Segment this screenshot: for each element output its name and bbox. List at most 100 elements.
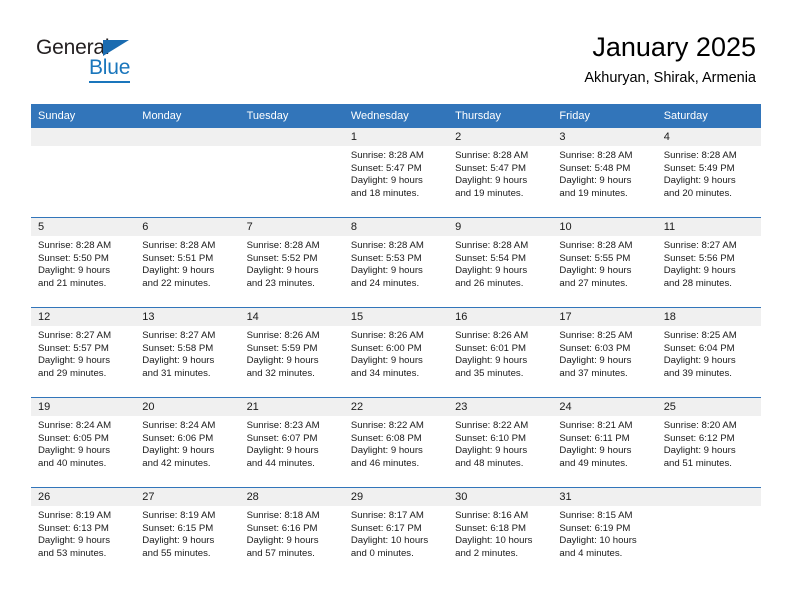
daylight-text-line1: Daylight: 9 hours	[455, 265, 528, 277]
calendar-day-cell[interactable]: 20 Sunrise: 8:24 AM Sunset: 6:06 PM Dayligh…	[135, 397, 240, 488]
calendar-day-cell[interactable]: 2 Sunrise: 8:28 AM Sunset: 5:47 PM Daylight…	[448, 128, 553, 218]
sunrise-text: Sunrise: 8:26 AM	[246, 330, 320, 341]
day-details: Sunrise: 8:28 AM Sunset: 5:49 PM Daylight:…	[657, 146, 761, 200]
sunrise-text: Sunrise: 8:28 AM	[350, 240, 424, 251]
sunrise-text: Sunrise: 8:20 AM	[663, 420, 737, 431]
calendar-week-row: 26 Sunrise: 8:19 AM Sunset: 6:13 PM Dayligh…	[31, 487, 761, 577]
general-blue-logo: General Blue	[36, 36, 186, 84]
daylight-text-line1: Daylight: 9 hours	[663, 175, 736, 187]
day-details: Sunrise: 8:15 AM Sunset: 6:19 PM Daylight:…	[552, 506, 656, 560]
calendar-day-cell[interactable]: 8 Sunrise: 8:28 AM Sunset: 5:53 PM Daylight…	[343, 217, 449, 308]
daylight-text-line2: and 31 minutes.	[142, 367, 211, 379]
calendar-week-row: 12 Sunrise: 8:27 AM Sunset: 5:57 PM Dayligh…	[31, 307, 761, 398]
calendar-day-cell[interactable]: 23 Sunrise: 8:22 AM Sunset: 6:10 PM Dayligh…	[448, 397, 553, 488]
day-details: Sunrise: 8:19 AM Sunset: 6:15 PM Daylight:…	[135, 506, 239, 560]
calendar-day-cell[interactable]: 26 Sunrise: 8:19 AM Sunset: 6:13 PM Dayligh…	[31, 487, 136, 577]
day-cell-inner: 24 Sunrise: 8:21 AM Sunset: 6:11 PM Dayligh…	[552, 398, 657, 487]
daylight-text-line2: and 55 minutes.	[142, 547, 211, 559]
calendar-day-cell[interactable]: 30 Sunrise: 8:16 AM Sunset: 6:18 PM Dayligh…	[448, 487, 553, 577]
calendar-day-cell[interactable]: 31 Sunrise: 8:15 AM Sunset: 6:19 PM Dayligh…	[552, 487, 657, 577]
sunrise-text: Sunrise: 8:28 AM	[246, 240, 320, 251]
day-cell-inner: 6 Sunrise: 8:28 AM Sunset: 5:51 PM Daylight…	[135, 218, 240, 307]
day-details: Sunrise: 8:28 AM Sunset: 5:53 PM Daylight:…	[344, 236, 448, 290]
day-details: Sunrise: 8:28 AM Sunset: 5:47 PM Daylight:…	[448, 146, 552, 200]
daylight-text-line1: Daylight: 9 hours	[38, 265, 110, 277]
calendar-day-cell[interactable]: 11 Sunrise: 8:27 AM Sunset: 5:56 PM Dayligh…	[656, 217, 761, 308]
weekday-header-thursday: Thursday	[448, 104, 553, 128]
daylight-text-line2: and 2 minutes.	[455, 547, 519, 559]
day-number: 5	[31, 218, 136, 236]
sunrise-text: Sunrise: 8:28 AM	[663, 150, 737, 161]
calendar-day-cell[interactable]: 14 Sunrise: 8:26 AM Sunset: 5:59 PM Dayligh…	[239, 307, 344, 398]
calendar-day-cell[interactable]: 17 Sunrise: 8:25 AM Sunset: 6:03 PM Dayligh…	[552, 307, 657, 398]
calendar-day-cell[interactable]: 28 Sunrise: 8:18 AM Sunset: 6:16 PM Dayligh…	[239, 487, 344, 577]
day-cell-inner: 20 Sunrise: 8:24 AM Sunset: 6:06 PM Dayligh…	[135, 398, 240, 487]
calendar-day-cell[interactable]: 15 Sunrise: 8:26 AM Sunset: 6:00 PM Dayligh…	[343, 307, 449, 398]
calendar-day-cell[interactable]: 7 Sunrise: 8:28 AM Sunset: 5:52 PM Daylight…	[239, 217, 344, 308]
day-cell-inner: 18 Sunrise: 8:25 AM Sunset: 6:04 PM Dayligh…	[656, 308, 761, 397]
daylight-text-line1: Daylight: 9 hours	[38, 355, 110, 367]
calendar-day-cell[interactable]: 13 Sunrise: 8:27 AM Sunset: 5:58 PM Dayligh…	[135, 307, 240, 398]
day-number: 26	[31, 488, 136, 506]
sunset-text: Sunset: 6:18 PM	[455, 522, 527, 534]
daylight-text-line2: and 19 minutes.	[559, 187, 628, 199]
day-number	[31, 128, 136, 146]
day-number: 29	[343, 488, 449, 506]
day-details: Sunrise: 8:24 AM Sunset: 6:06 PM Daylight:…	[135, 416, 239, 470]
day-cell-inner: 5 Sunrise: 8:28 AM Sunset: 5:50 PM Daylight…	[31, 218, 136, 307]
day-details: Sunrise: 8:21 AM Sunset: 6:11 PM Daylight:…	[552, 416, 656, 470]
sunrise-text: Sunrise: 8:19 AM	[142, 510, 216, 521]
day-cell-inner: 11 Sunrise: 8:27 AM Sunset: 5:56 PM Dayligh…	[656, 218, 761, 307]
day-number: 18	[656, 308, 761, 326]
daylight-text-line2: and 29 minutes.	[38, 367, 107, 379]
day-details: Sunrise: 8:25 AM Sunset: 6:03 PM Daylight:…	[552, 326, 656, 380]
calendar-day-cell[interactable]: 6 Sunrise: 8:28 AM Sunset: 5:51 PM Daylight…	[135, 217, 240, 308]
daylight-text-line2: and 57 minutes.	[246, 547, 315, 559]
calendar-day-cell[interactable]: 27 Sunrise: 8:19 AM Sunset: 6:15 PM Dayligh…	[135, 487, 240, 577]
weekday-header-sunday: Sunday	[31, 104, 136, 128]
calendar-day-cell[interactable]: 29 Sunrise: 8:17 AM Sunset: 6:17 PM Dayligh…	[343, 487, 449, 577]
sunset-text: Sunset: 6:11 PM	[559, 432, 630, 444]
daylight-text-line1: Daylight: 9 hours	[663, 445, 736, 457]
calendar-day-cell[interactable]: 9 Sunrise: 8:28 AM Sunset: 5:54 PM Daylight…	[448, 217, 553, 308]
sunrise-text: Sunrise: 8:24 AM	[38, 420, 112, 431]
sunset-text: Sunset: 6:00 PM	[350, 342, 422, 354]
daylight-text-line1: Daylight: 9 hours	[455, 355, 528, 367]
day-number: 20	[135, 398, 240, 416]
daylight-text-line1: Daylight: 9 hours	[559, 265, 632, 277]
calendar-day-cell[interactable]: 5 Sunrise: 8:28 AM Sunset: 5:50 PM Daylight…	[31, 217, 136, 308]
daylight-text-line1: Daylight: 9 hours	[246, 535, 319, 547]
calendar-day-cell[interactable]: 21 Sunrise: 8:23 AM Sunset: 6:07 PM Dayligh…	[239, 397, 344, 488]
day-cell-inner: 8 Sunrise: 8:28 AM Sunset: 5:53 PM Daylight…	[343, 218, 449, 307]
calendar-day-cell[interactable]: 24 Sunrise: 8:21 AM Sunset: 6:11 PM Dayligh…	[552, 397, 657, 488]
day-number	[135, 128, 240, 146]
calendar-day-cell[interactable]: 18 Sunrise: 8:25 AM Sunset: 6:04 PM Dayligh…	[656, 307, 761, 398]
day-number: 22	[343, 398, 449, 416]
title-block: January 2025 Akhuryan, Shirak, Armenia	[584, 30, 756, 88]
calendar-day-cell[interactable]: 25 Sunrise: 8:20 AM Sunset: 6:12 PM Dayligh…	[656, 397, 761, 488]
calendar-week-row: 1 Sunrise: 8:28 AM Sunset: 5:47 PM Daylight…	[31, 128, 761, 218]
daylight-text-line2: and 49 minutes.	[559, 457, 628, 469]
calendar-day-cell[interactable]: 1 Sunrise: 8:28 AM Sunset: 5:47 PM Daylight…	[343, 128, 449, 218]
calendar-day-cell[interactable]: 12 Sunrise: 8:27 AM Sunset: 5:57 PM Dayligh…	[31, 307, 136, 398]
day-cell-inner: 28 Sunrise: 8:18 AM Sunset: 6:16 PM Dayligh…	[239, 488, 344, 577]
day-details: Sunrise: 8:27 AM Sunset: 5:58 PM Daylight:…	[135, 326, 239, 380]
daylight-text-line2: and 4 minutes.	[559, 547, 623, 559]
calendar-week-row: 19 Sunrise: 8:24 AM Sunset: 6:05 PM Dayligh…	[31, 397, 761, 488]
sunrise-text: Sunrise: 8:28 AM	[455, 150, 529, 161]
day-cell-inner: 14 Sunrise: 8:26 AM Sunset: 5:59 PM Dayligh…	[239, 308, 344, 397]
calendar-day-cell[interactable]: 3 Sunrise: 8:28 AM Sunset: 5:48 PM Daylight…	[552, 128, 657, 218]
daylight-text-line1: Daylight: 9 hours	[350, 445, 423, 457]
calendar-day-cell[interactable]: 4 Sunrise: 8:28 AM Sunset: 5:49 PM Daylight…	[656, 128, 761, 218]
sunrise-text: Sunrise: 8:26 AM	[350, 330, 424, 341]
calendar-day-cell[interactable]: 16 Sunrise: 8:26 AM Sunset: 6:01 PM Dayligh…	[448, 307, 553, 398]
calendar-day-cell[interactable]: 10 Sunrise: 8:28 AM Sunset: 5:55 PM Dayligh…	[552, 217, 657, 308]
day-number: 14	[239, 308, 344, 326]
day-details: Sunrise: 8:28 AM Sunset: 5:55 PM Daylight:…	[552, 236, 656, 290]
day-details: Sunrise: 8:22 AM Sunset: 6:08 PM Daylight:…	[344, 416, 448, 470]
day-details: Sunrise: 8:27 AM Sunset: 5:56 PM Daylight:…	[657, 236, 761, 290]
calendar-day-cell[interactable]: 22 Sunrise: 8:22 AM Sunset: 6:08 PM Dayligh…	[343, 397, 449, 488]
day-number: 9	[448, 218, 553, 236]
calendar-day-cell[interactable]: 19 Sunrise: 8:24 AM Sunset: 6:05 PM Dayligh…	[31, 397, 136, 488]
daylight-text-line1: Daylight: 10 hours	[350, 535, 429, 547]
